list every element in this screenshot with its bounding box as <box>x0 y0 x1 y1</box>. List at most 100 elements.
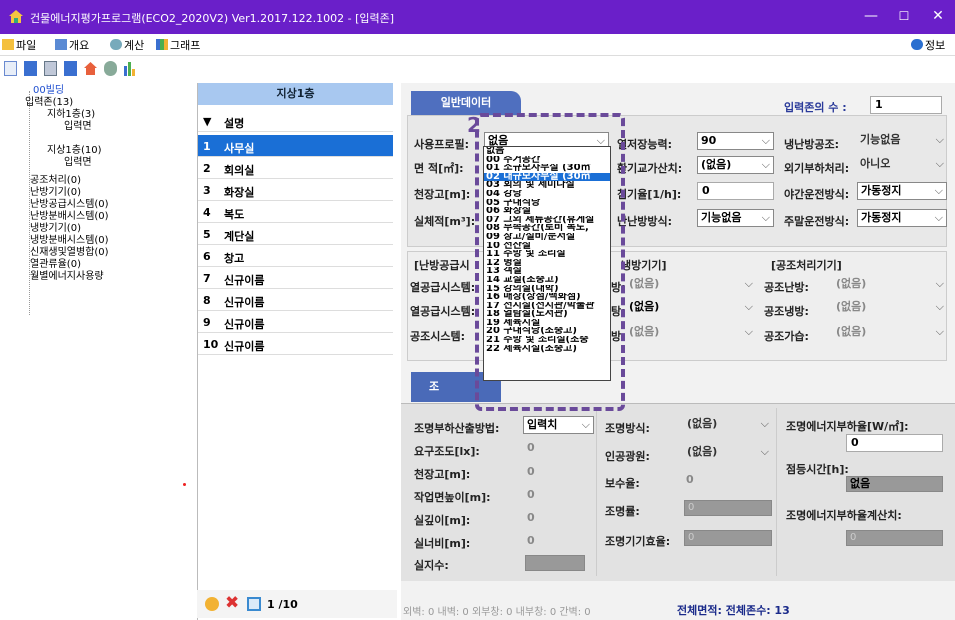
zone-count-field[interactable]: 1 <box>870 96 942 114</box>
app-icon <box>9 10 23 23</box>
tree-node-ground-floor[interactable]: 지상1층(10) <box>47 145 102 157</box>
zone-list-header: 지상1층 <box>198 83 393 105</box>
heating-mode-select[interactable]: 기능없음 ⌵ <box>697 209 774 227</box>
tree-node-building[interactable]: 00빌딩 <box>33 85 64 97</box>
tree-node-surface[interactable]: 입력면 <box>64 121 92 133</box>
ahu-select[interactable]: (없음) ⌵ <box>833 299 947 317</box>
menu-bar: 파일 개요 계산 그래프 정보 <box>0 34 955 56</box>
title-bar: 건물에너지평가프로그램(ECO2_2020V2) Ver1.2017.122.1… <box>0 0 955 34</box>
source-label: 인공광원: <box>605 450 650 463</box>
home-icon[interactable] <box>84 61 97 76</box>
calc-icon <box>110 39 122 50</box>
menu-file[interactable]: 파일 <box>2 37 36 53</box>
cool-air-select[interactable]: 기능없음 ⌵ <box>857 132 947 150</box>
zone-row[interactable]: 9 신규이름 <box>198 311 393 333</box>
menu-overview[interactable]: 개요 <box>55 37 89 53</box>
method-label: 조명방식: <box>605 422 650 435</box>
tree-node-air-handling[interactable]: 공조처리(0) <box>30 175 81 187</box>
light-calc-select[interactable]: 입력치 ⌵ <box>523 416 594 434</box>
calc2-label: 조명에너지부하율계산치: <box>786 509 902 522</box>
width-label: 실너비[m]: <box>414 537 471 550</box>
system-select[interactable]: (없음) ⌵ <box>626 299 756 317</box>
tree-node-input-zone[interactable]: 입력존(13) <box>25 97 73 109</box>
open-folder-icon[interactable] <box>24 61 37 76</box>
eff-field: 0 <box>684 530 772 546</box>
zone-list-column-header[interactable]: ▼ 설명 <box>198 110 393 132</box>
window-title: 건물에너지평가프로그램(ECO2_2020V2) Ver1.2017.122.1… <box>30 12 395 25</box>
tree-node-cooling-distribution[interactable]: 냉방분배시스템(0) <box>30 235 109 247</box>
menu-info[interactable]: 정보 <box>911 37 945 53</box>
tree-node-basement[interactable]: 지하1층(3) <box>47 109 95 121</box>
zone-row[interactable]: 8 신규이름 <box>198 289 393 311</box>
annotation-number: 2 <box>467 113 481 137</box>
calc2-field: 0 <box>846 530 943 546</box>
zone-row[interactable]: 3 화장실 <box>198 179 393 201</box>
tree-node-u-value[interactable]: 열관류율(0) <box>30 259 81 271</box>
system-label: 열공급시스템: <box>410 281 476 294</box>
outdoor-select[interactable]: 아니오 ⌵ <box>857 156 947 174</box>
ahu-select[interactable]: (없음) ⌵ <box>833 324 947 342</box>
new-file-icon[interactable] <box>4 61 17 76</box>
minimize-button[interactable]: — <box>857 6 885 26</box>
tree-node-renewable[interactable]: 신재생및열병합(0) <box>30 247 109 259</box>
tab-general[interactable]: 일반데이터 <box>411 91 521 115</box>
system-label: 열공급시스템: <box>410 305 476 318</box>
zone-row[interactable]: 4 복도 <box>198 201 393 223</box>
tree-node-surface[interactable]: 입력면 <box>64 157 92 169</box>
cool-air-label: 냉난방공조: <box>784 138 839 151</box>
heat-storage-select[interactable]: 90 ⌵ <box>697 132 774 150</box>
status-total: 전체면적: 전체존수: 13 <box>677 604 790 617</box>
infil-field[interactable]: 0 <box>697 182 774 200</box>
ahu-select[interactable]: (없음) ⌵ <box>833 276 947 294</box>
tree-node-monthly-energy[interactable]: 월별에너지사용량 <box>30 271 104 283</box>
save-icon[interactable] <box>44 61 57 76</box>
delete-zone-icon[interactable]: ✖ <box>225 593 239 613</box>
tree-node-heat-supply[interactable]: 난방공급시스템(0) <box>30 199 109 211</box>
system-select[interactable]: (없음) ⌵ <box>626 276 756 294</box>
zone-row[interactable]: 2 회의실 <box>198 157 393 179</box>
folder-icon <box>2 39 14 50</box>
ceiling-label: 천장고[m]: <box>414 188 471 201</box>
system-select[interactable]: (없음) ⌵ <box>626 324 756 342</box>
system-label: 공조시스템: <box>410 330 465 343</box>
heating-mode-label: 난난방방식: <box>617 215 672 228</box>
energy-label: 조명에너지부하율[W/㎡]: <box>786 420 909 433</box>
heat-supply-title: [난방공급시 <box>414 259 470 272</box>
settings-gear-icon[interactable] <box>104 61 117 76</box>
zone-row[interactable]: 10 신규이름 <box>198 333 393 355</box>
chart-icon[interactable] <box>124 61 137 76</box>
rate-label: 조명률: <box>605 505 640 518</box>
menu-graph[interactable]: 그래프 <box>156 37 200 53</box>
source-select[interactable]: (없음) ⌵ <box>684 444 772 462</box>
maximize-button[interactable]: ☐ <box>890 6 918 26</box>
close-button[interactable]: ✕ <box>924 6 952 26</box>
zone-row[interactable]: 6 창고 <box>198 245 393 267</box>
hours-field[interactable]: 없음 <box>846 476 943 492</box>
index-label: 실지수: <box>414 559 449 572</box>
info-icon <box>911 39 923 50</box>
status-counts: 외벽: 0 내벽: 0 외부창: 0 내부창: 0 간벽: 0 <box>403 607 591 618</box>
save-as-icon[interactable] <box>64 61 77 76</box>
copy-zone-icon[interactable] <box>247 597 261 611</box>
tree-node-cooling-equipment[interactable]: 냉방기기(0) <box>30 223 81 235</box>
outdoor-label: 외기부하처리: <box>784 162 850 175</box>
project-tree: 00빌딩 입력존(13) 지하1층(3) 입력면 지상1층(10) 입력면 공조… <box>25 85 197 605</box>
light-calc-label: 조명부하산출방법: <box>414 422 500 435</box>
night-select[interactable]: 가동정지 ⌵ <box>857 182 947 200</box>
rate-field: 0 <box>684 500 772 516</box>
method-select[interactable]: (없음) ⌵ <box>684 416 772 434</box>
weekend-select[interactable]: 가동정지 ⌵ <box>857 209 947 227</box>
vent-select[interactable]: (없음) ⌵ <box>697 156 774 174</box>
menu-calc[interactable]: 계산 <box>110 37 144 53</box>
zone-count-label: 입력존의 수 : <box>784 101 847 114</box>
tree-node-heat-distribution[interactable]: 난방분배시스템(0) <box>30 211 109 223</box>
zone-row[interactable]: 7 신규이름 <box>198 267 393 289</box>
tree-node-heating-equipment[interactable]: 난방기기(0) <box>30 187 81 199</box>
page-indicator: 1 /10 <box>267 598 298 611</box>
eff-label: 조명기기효율: <box>605 535 671 548</box>
energy-field[interactable]: 0 <box>846 434 943 452</box>
zone-row[interactable]: 5 계단실 <box>198 223 393 245</box>
graph-icon <box>156 39 168 50</box>
zone-row[interactable]: 1 사무실 <box>198 135 393 157</box>
add-zone-icon[interactable] <box>205 597 219 611</box>
